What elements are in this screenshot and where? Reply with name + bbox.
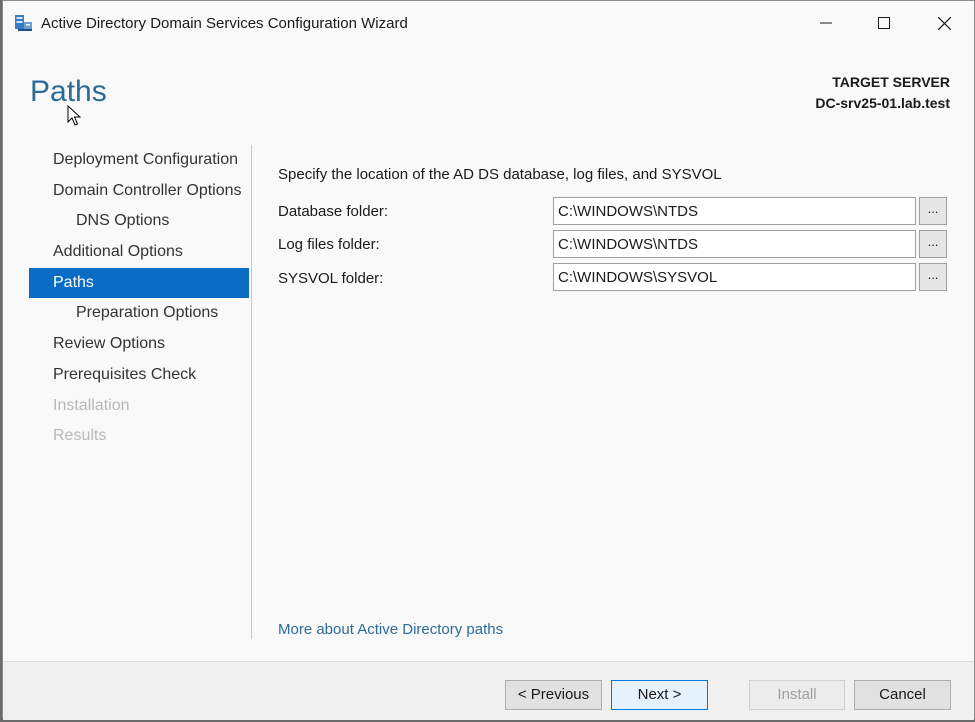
maximize-button[interactable] [861,7,907,39]
nav-item-additional-options[interactable]: Additional Options [29,237,249,268]
nav-item-preparation-options[interactable]: Preparation Options [29,298,249,329]
log-files-folder-input[interactable] [553,230,916,258]
more-about-paths-link[interactable]: More about Active Directory paths [278,621,503,638]
paths-description: Specify the location of the AD DS databa… [278,166,722,183]
close-icon [937,16,951,30]
log-files-folder-label: Log files folder: [278,236,380,253]
target-server-name: DC-srv25-01.lab.test [815,95,950,111]
wizard-steps-nav: Deployment Configuration Domain Controll… [29,145,249,452]
nav-item-results: Results [53,427,107,445]
minimize-button[interactable] [803,7,849,39]
nav-item-domain-controller-options[interactable]: Domain Controller Options [29,176,249,207]
database-folder-input[interactable] [553,197,916,225]
wizard-footer: < Previous Next > Install Cancel [3,661,974,720]
page-title: Paths [30,75,107,108]
wizard-window: Active Directory Domain Services Configu… [2,0,975,720]
sysvol-folder-browse-button[interactable]: ... [919,263,947,291]
sysvol-folder-label: SYSVOL folder: [278,270,384,287]
window-title: Active Directory Domain Services Configu… [41,15,408,32]
mouse-cursor-icon [67,104,82,132]
sysvol-folder-input[interactable] [553,263,916,291]
log-files-folder-browse-button[interactable]: ... [919,230,947,258]
minimize-icon [820,22,832,24]
nav-item-review-options[interactable]: Review Options [29,329,249,360]
ad-ds-server-icon [13,13,35,33]
maximize-icon [878,17,890,29]
title-bar[interactable]: Active Directory Domain Services Configu… [3,1,974,45]
nav-item-prerequisites-check[interactable]: Prerequisites Check [29,360,249,391]
database-folder-label: Database folder: [278,203,389,220]
nav-divider [251,145,252,639]
nav-item-deployment-configuration[interactable]: Deployment Configuration [29,145,249,176]
install-button: Install [749,680,845,710]
close-button[interactable] [921,7,967,39]
nav-item-installation: Installation [53,396,130,414]
previous-button[interactable]: < Previous [505,680,602,710]
cancel-button[interactable]: Cancel [854,680,951,710]
target-server-label: TARGET SERVER [832,74,950,90]
nav-item-dns-options[interactable]: DNS Options [29,206,249,237]
next-button[interactable]: Next > [611,680,708,710]
nav-item-paths[interactable]: Paths [29,267,249,299]
database-folder-browse-button[interactable]: ... [919,197,947,225]
